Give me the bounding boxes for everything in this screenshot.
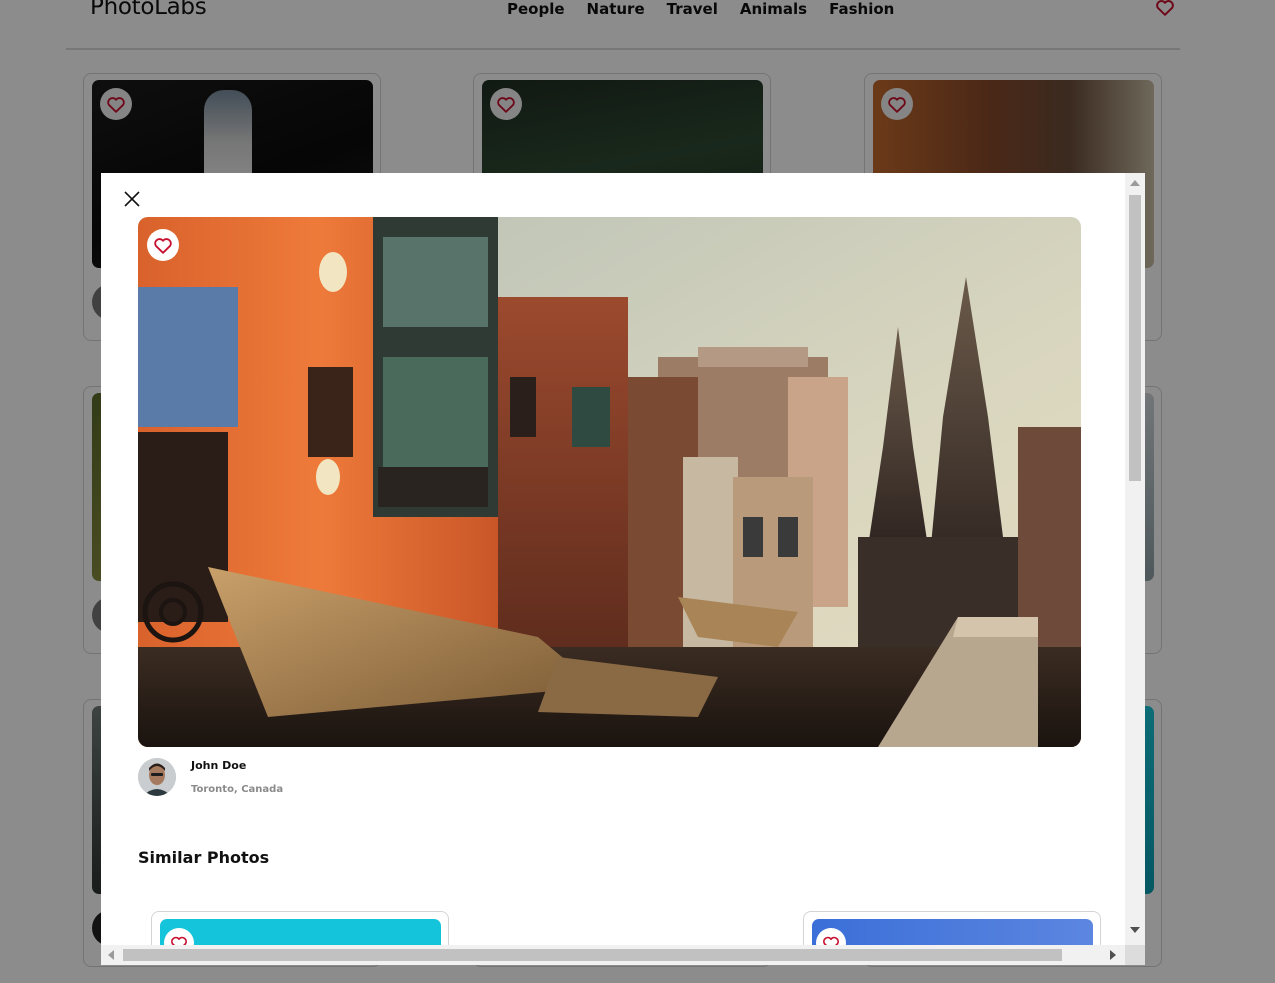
close-modal-button[interactable] bbox=[121, 188, 143, 210]
scroll-right-arrow-icon[interactable] bbox=[1110, 950, 1116, 960]
vertical-scroll-thumb[interactable] bbox=[1129, 195, 1141, 481]
favorite-button[interactable] bbox=[147, 229, 179, 261]
vertical-scrollbar[interactable] bbox=[1125, 173, 1145, 945]
scroll-down-arrow-icon[interactable] bbox=[1130, 927, 1140, 933]
street-scene-image bbox=[138, 217, 1081, 747]
horizontal-scrollbar[interactable] bbox=[101, 945, 1125, 965]
scrollbar-corner bbox=[1125, 945, 1145, 965]
enlarged-photo bbox=[138, 217, 1081, 747]
scroll-left-arrow-icon[interactable] bbox=[108, 950, 114, 960]
similar-photos-heading: Similar Photos bbox=[138, 848, 270, 867]
photographer-location: Toronto, Canada bbox=[191, 784, 284, 795]
heart-outline-icon bbox=[154, 238, 172, 254]
photo-details-modal: John Doe Toronto, Canada Similar Photos bbox=[101, 173, 1145, 965]
horizontal-scroll-thumb[interactable] bbox=[123, 949, 1062, 961]
user-avatar bbox=[138, 758, 176, 796]
close-icon bbox=[124, 191, 140, 207]
scroll-up-arrow-icon[interactable] bbox=[1130, 180, 1140, 186]
photographer-name: John Doe bbox=[191, 759, 247, 772]
